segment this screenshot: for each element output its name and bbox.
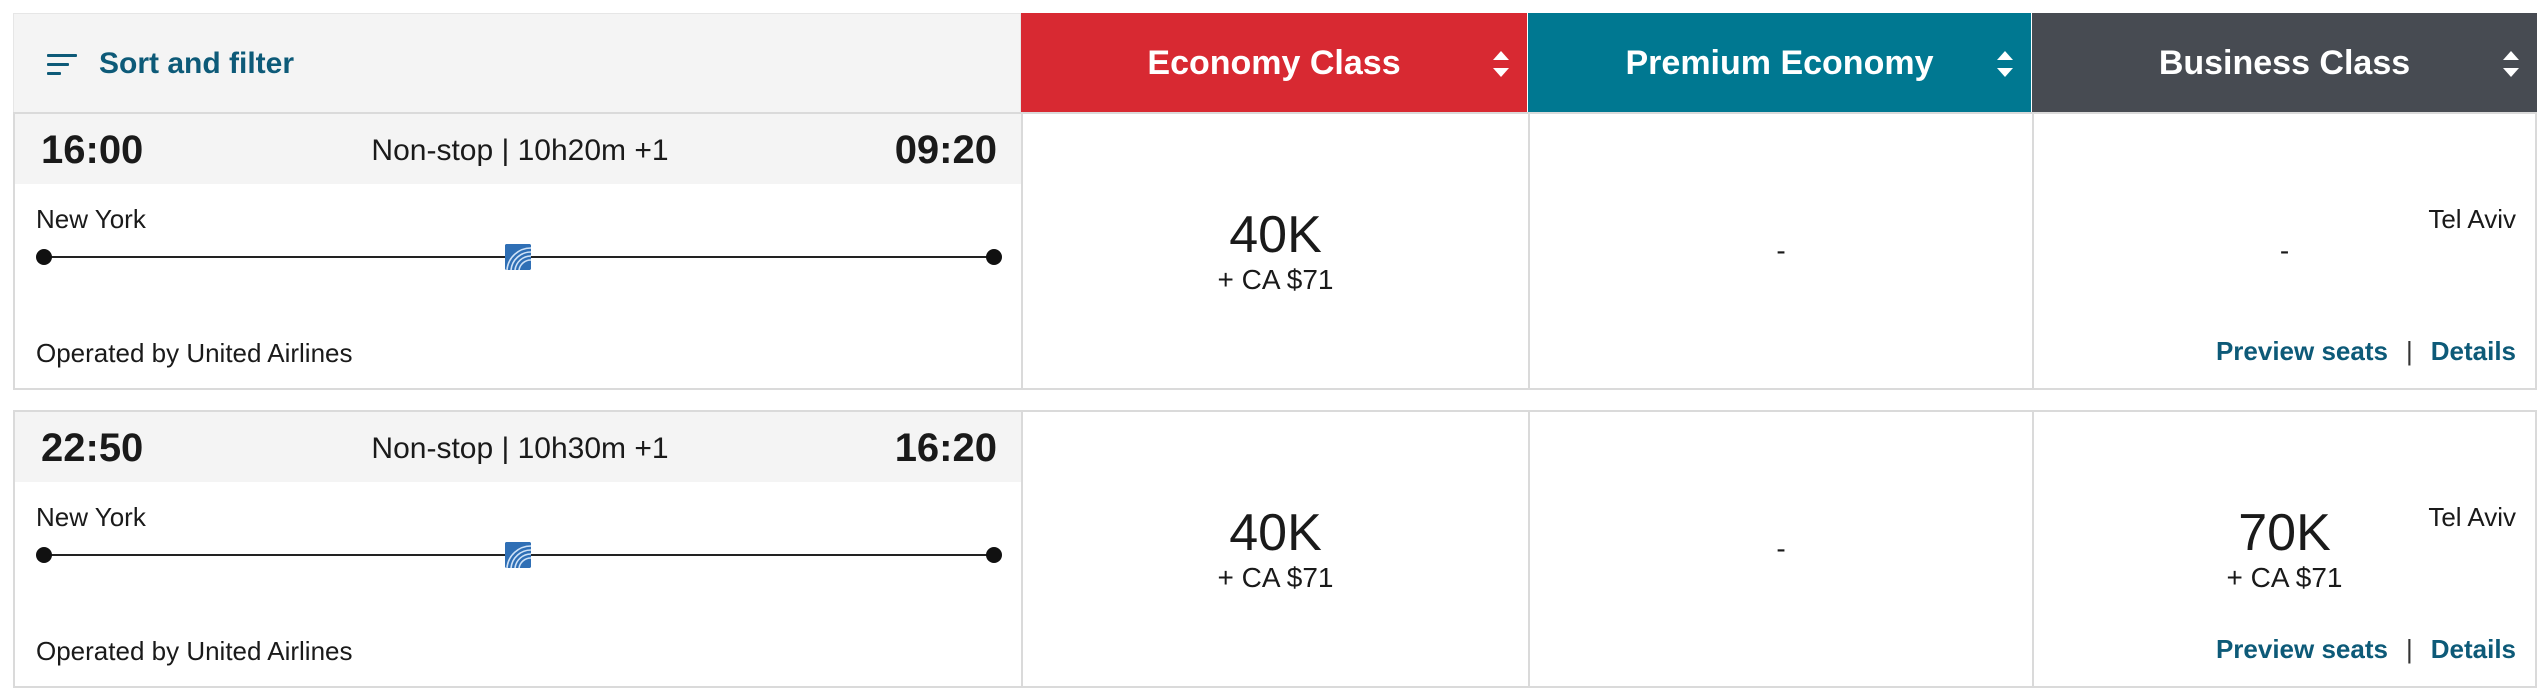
sort-arrows-icon (2503, 51, 2519, 77)
fare-unavailable: - (2279, 235, 2290, 266)
fare-unavailable: - (1776, 235, 1786, 266)
fare-cell-business[interactable]: 70K + CA $71 (2032, 412, 2535, 686)
flight-time-bar: 22:50 Non-stop | 10h30m +1 16:20 (15, 412, 1021, 482)
fare-cell-economy[interactable]: 40K + CA $71 (1021, 114, 1528, 388)
departure-time: 16:00 (41, 128, 144, 172)
cabin-header-label: Business Class (2158, 44, 2411, 82)
departure-time: 22:50 (41, 426, 144, 470)
sort-filter-icon (47, 52, 77, 76)
cabin-header-business[interactable]: Business Class (2032, 13, 2537, 114)
destination-dot (986, 249, 1002, 265)
flight-row: 22:50 Non-stop | 10h30m +1 16:20 New Yor… (13, 410, 2537, 688)
operated-by: Operated by United Airlines (36, 636, 353, 666)
fare-tax: + CA $71 (2226, 562, 2343, 593)
fare-tax: + CA $71 (1217, 264, 1334, 295)
origin-city: New York (36, 502, 146, 532)
fare-unavailable: - (1776, 533, 1786, 564)
sort-filter-button[interactable]: Sort and filter (13, 13, 1021, 114)
fare-cell-premium-economy: - (1528, 412, 2032, 686)
fare-points: 40K (1229, 504, 1322, 562)
flight-time-bar: 16:00 Non-stop | 10h20m +1 09:20 (15, 114, 1021, 184)
flight-summary: Non-stop | 10h20m +1 (371, 134, 669, 167)
origin-dot (36, 249, 52, 265)
sort-arrows-icon (1997, 51, 2013, 77)
cabin-header-label: Economy Class (1147, 44, 1401, 82)
cabin-header-economy[interactable]: Economy Class (1021, 13, 1527, 114)
arrival-time: 16:20 (894, 426, 997, 470)
sort-filter-label: Sort and filter (99, 46, 295, 80)
origin-city: New York (36, 204, 146, 234)
fare-cell-business: - (2032, 114, 2535, 388)
fare-points: 70K (2238, 504, 2331, 562)
operated-by: Operated by United Airlines (36, 338, 353, 368)
fare-cell-premium-economy: - (1528, 114, 2032, 388)
united-airlines-logo-icon (505, 542, 531, 568)
fare-points: 40K (1229, 206, 1322, 264)
origin-dot (36, 547, 52, 563)
cabin-header-label: Premium Economy (1625, 44, 1934, 82)
flight-row: 16:00 Non-stop | 10h20m +1 09:20 New Yor… (13, 112, 2537, 390)
cabin-header-premium-economy[interactable]: Premium Economy (1528, 13, 2031, 114)
sort-arrows-icon (1493, 51, 1509, 77)
united-airlines-logo-icon (505, 244, 531, 270)
fare-tax: + CA $71 (1217, 562, 1334, 593)
destination-dot (986, 547, 1002, 563)
arrival-time: 09:20 (894, 128, 997, 172)
fare-cell-economy[interactable]: 40K + CA $71 (1021, 412, 1528, 686)
flight-summary: Non-stop | 10h30m +1 (371, 432, 669, 465)
